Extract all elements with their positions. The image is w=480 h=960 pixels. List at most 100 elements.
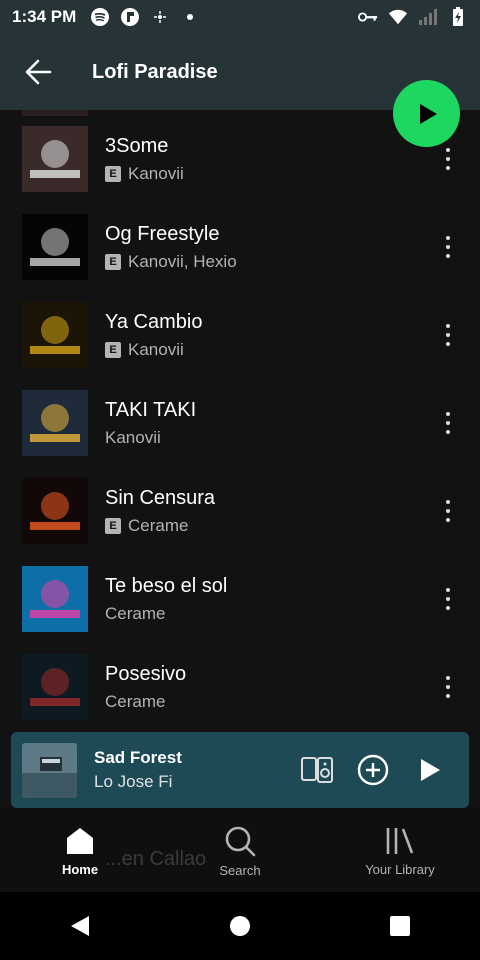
track-title: Ya Cambio	[105, 311, 203, 333]
explicit-badge: E	[105, 342, 121, 358]
more-dot-icon	[446, 324, 450, 328]
track-cover-art	[22, 302, 88, 368]
play-icon	[421, 759, 440, 781]
nav-home[interactable]: Home	[0, 810, 160, 892]
track-subtitle: E Cerame	[105, 516, 215, 536]
more-dot-icon	[446, 685, 450, 689]
more-dot-icon	[446, 254, 450, 258]
system-home-button[interactable]	[210, 896, 270, 956]
more-options-button[interactable]	[438, 489, 458, 533]
nav-home-label: Home	[61, 861, 99, 877]
plus-circle-icon	[357, 754, 389, 786]
track-row[interactable]: Ya Cambio E Kanovii	[0, 291, 480, 379]
mini-player-title: Sad Forest	[94, 748, 182, 767]
track-list: 3Some E Kanovii Og Freestyle E Kanovii, Hexio…	[0, 110, 480, 740]
more-dot-icon	[446, 588, 450, 592]
track-title: TAKI TAKI	[105, 399, 197, 421]
spark-icon	[150, 7, 170, 27]
mini-player[interactable]: Sad Forest Lo Jose Fi	[11, 732, 469, 808]
dot-icon	[180, 7, 200, 27]
circle-home-icon	[230, 916, 250, 936]
more-dot-icon	[446, 157, 450, 161]
track-cover-art	[22, 478, 88, 544]
more-dot-icon	[446, 430, 450, 434]
system-back-button[interactable]	[50, 896, 110, 956]
back-arrow-icon	[25, 59, 52, 85]
more-options-button[interactable]	[438, 665, 458, 709]
track-artist: Kanovii	[128, 340, 184, 359]
track-subtitle: E Kanovii	[105, 164, 184, 184]
more-dot-icon	[446, 245, 450, 249]
system-recents-button[interactable]	[370, 896, 430, 956]
more-dot-icon	[446, 597, 450, 601]
page-title: Lofi Paradise	[92, 60, 218, 83]
track-artist: Kanovii	[128, 164, 184, 183]
system-navigation-bar	[0, 892, 480, 960]
more-dot-icon	[446, 333, 450, 337]
home-icon	[67, 827, 93, 854]
more-dot-icon	[446, 509, 450, 513]
square-recents-icon	[390, 916, 410, 936]
more-dot-icon	[446, 606, 450, 610]
nav-library-label: Your Library	[365, 861, 435, 877]
nav-library[interactable]: Your Library	[320, 810, 480, 892]
track-row[interactable]: Te beso el sol Cerame	[0, 555, 480, 643]
track-title: 3Some	[105, 135, 169, 157]
track-artist: Kanovii, Hexio	[128, 252, 237, 271]
app-badge-icon	[120, 7, 140, 27]
more-dot-icon	[446, 148, 450, 152]
wifi-icon	[388, 7, 408, 27]
play-button[interactable]	[393, 80, 460, 147]
track-subtitle: Cerame	[105, 692, 186, 712]
triangle-back-icon	[71, 916, 89, 936]
more-dot-icon	[446, 676, 450, 680]
track-subtitle: Kanovii	[105, 428, 196, 448]
add-to-library-button[interactable]	[355, 752, 391, 788]
mini-player-cover	[22, 742, 77, 798]
track-row[interactable]: Posesivo Cerame	[0, 643, 480, 731]
track-cover-art	[22, 654, 88, 720]
track-row[interactable]: TAKI TAKI Kanovii	[0, 379, 480, 467]
track-title: Og Freestyle	[105, 223, 220, 245]
play-icon	[419, 103, 437, 124]
bottom-navigation: Home Search Your Library	[0, 810, 480, 892]
track-title: Te beso el sol	[105, 575, 228, 597]
status-bar: 1:34 PM	[0, 0, 480, 34]
track-cover-art	[22, 126, 88, 192]
track-row[interactable]: Og Freestyle E Kanovii, Hexio	[0, 203, 480, 291]
more-dot-icon	[446, 342, 450, 346]
explicit-badge: E	[105, 518, 121, 534]
track-subtitle: E Kanovii, Hexio	[105, 252, 237, 272]
track-row[interactable]: Sin Censura E Cerame	[0, 467, 480, 555]
track-title: Posesivo	[105, 663, 187, 685]
explicit-badge: E	[105, 166, 121, 182]
library-icon	[386, 827, 414, 854]
status-time: 1:34 PM	[12, 7, 77, 26]
more-dot-icon	[446, 421, 450, 425]
track-cover-art	[22, 566, 88, 632]
mini-player-artist: Lo Jose Fi	[94, 772, 173, 791]
more-dot-icon	[446, 236, 450, 240]
nav-search[interactable]: Search	[160, 810, 320, 892]
more-dot-icon	[446, 694, 450, 698]
more-dot-icon	[446, 518, 450, 522]
spotify-icon	[90, 7, 110, 27]
more-options-button[interactable]	[438, 313, 458, 357]
more-dot-icon	[446, 166, 450, 170]
mini-player-play-button[interactable]	[411, 752, 447, 788]
more-options-button[interactable]	[438, 401, 458, 445]
signal-icon	[418, 7, 438, 27]
connect-device-icon	[301, 757, 333, 783]
track-artist: Cerame	[105, 604, 166, 623]
track-artist: Cerame	[105, 692, 166, 711]
track-artist: Cerame	[128, 516, 189, 535]
explicit-badge: E	[105, 254, 121, 270]
track-artist: Kanovii	[105, 428, 161, 447]
nav-search-label: Search	[219, 862, 261, 878]
connect-device-button[interactable]	[299, 752, 335, 788]
track-cover-art	[22, 390, 88, 456]
more-options-button[interactable]	[438, 225, 458, 269]
back-button[interactable]	[8, 42, 68, 102]
track-title: Sin Censura	[105, 487, 216, 509]
more-options-button[interactable]	[438, 577, 458, 621]
